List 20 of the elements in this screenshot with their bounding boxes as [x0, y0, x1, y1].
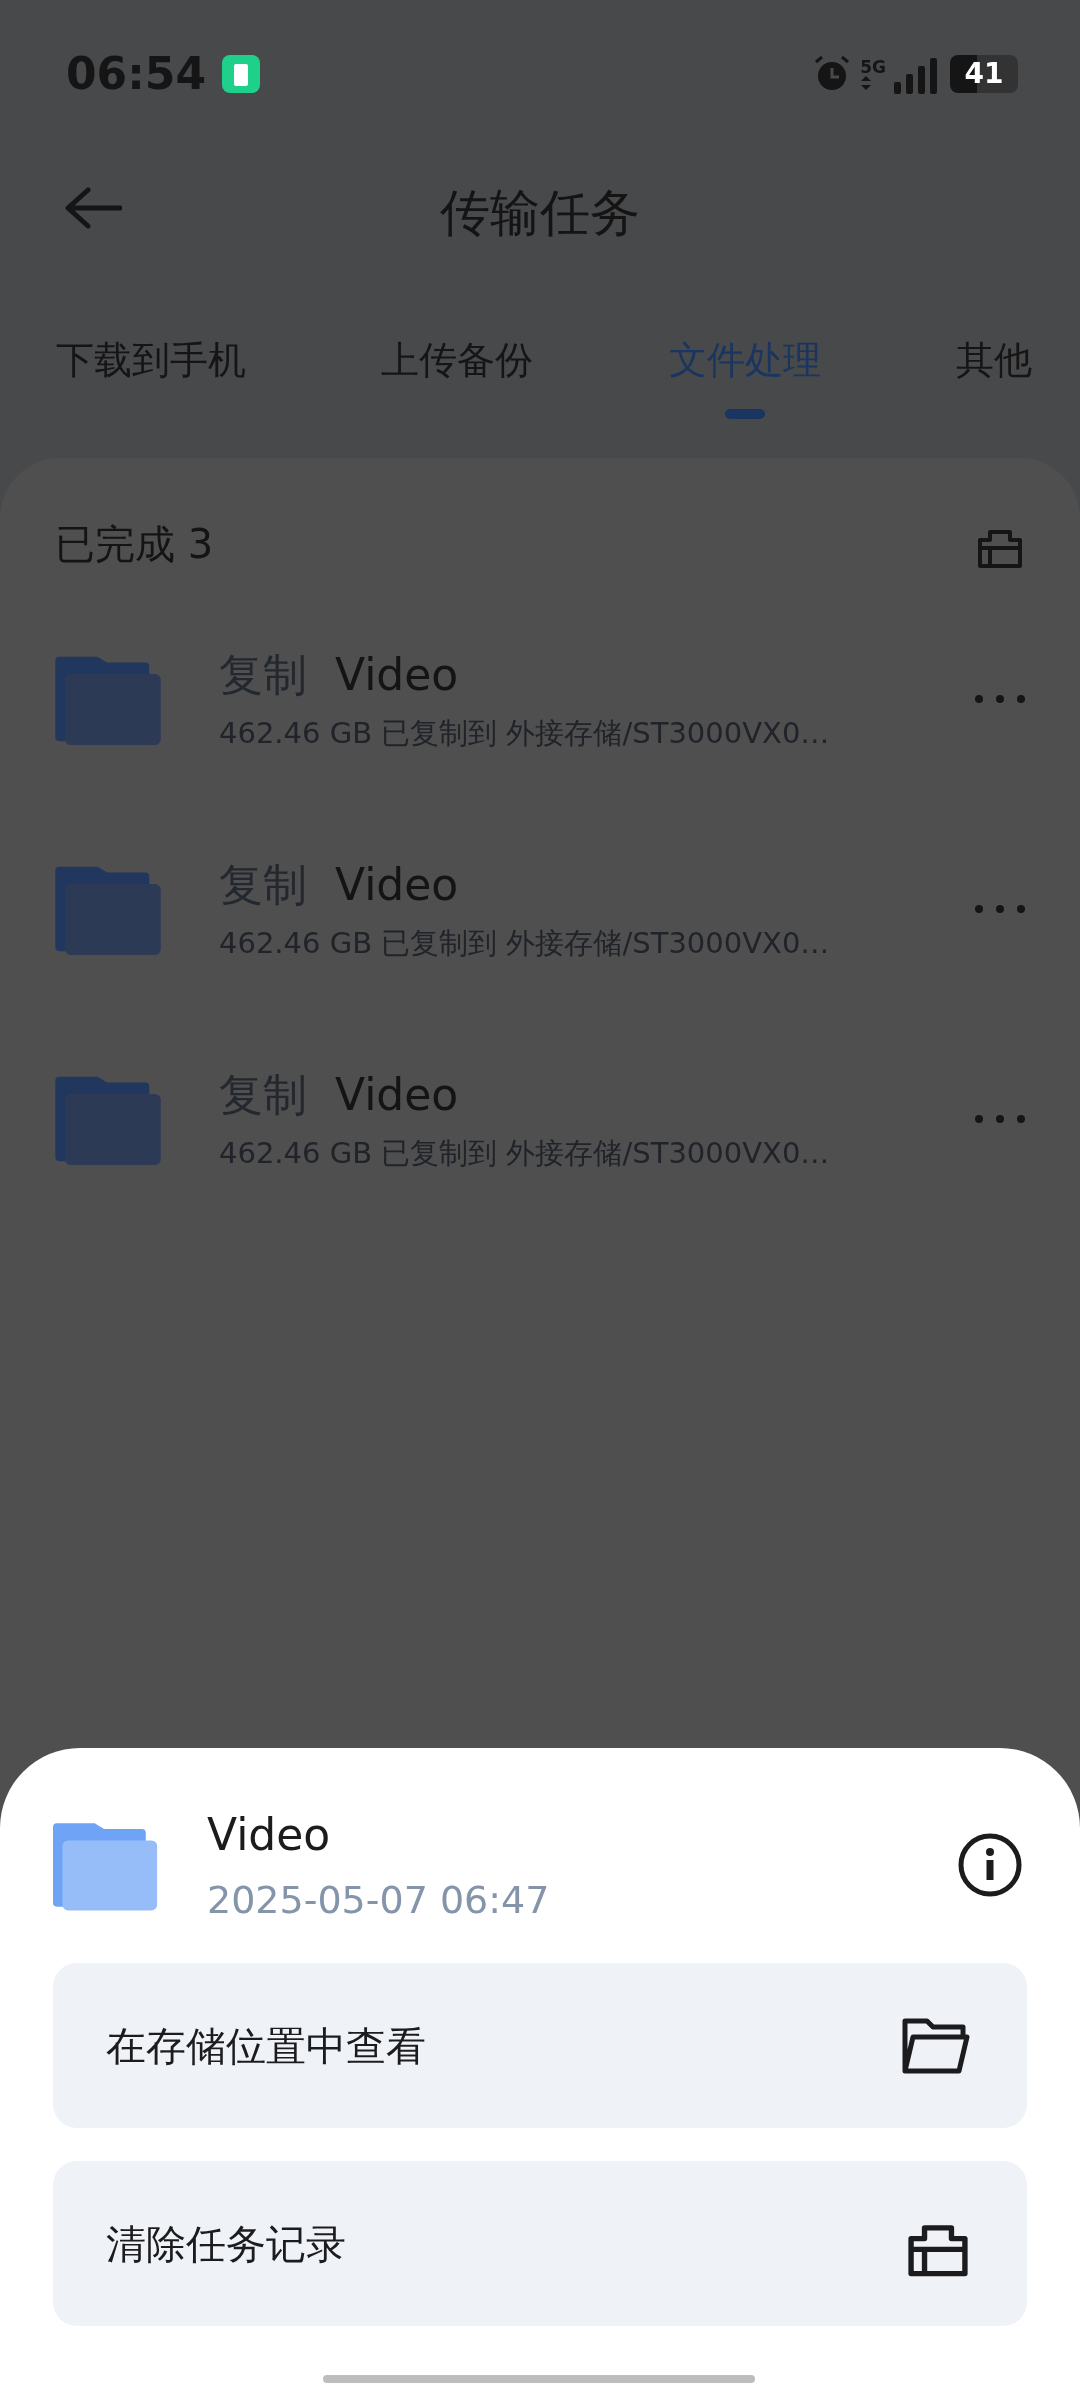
- back-icon[interactable]: [64, 186, 122, 230]
- battery-level: 41: [950, 55, 1018, 93]
- file-name: Video: [207, 1807, 332, 1862]
- tab-indicator: [724, 409, 765, 419]
- page-title: 传输任务: [440, 182, 640, 244]
- more-icon[interactable]: [974, 694, 1026, 704]
- info-icon[interactable]: [957, 1832, 1023, 1898]
- action-label: 在存储位置中查看: [106, 2021, 426, 2071]
- action-button[interactable]: 在存储位置中查看: [53, 1963, 1027, 2128]
- more-icon[interactable]: [974, 904, 1026, 914]
- section-title: 已完成 3: [55, 520, 214, 569]
- task-name: Video: [335, 858, 459, 913]
- action-label: 清除任务记录: [106, 2219, 346, 2269]
- data-arrows-icon: [860, 75, 873, 90]
- task-name: Video: [335, 648, 459, 703]
- file-date: 2025-05-07 06:47: [207, 1876, 551, 1924]
- more-icon[interactable]: [974, 1114, 1026, 1124]
- battery-saver-icon: [222, 55, 261, 93]
- action-button[interactable]: 清除任务记录: [53, 2161, 1027, 2326]
- task-name: Video: [335, 1068, 459, 1123]
